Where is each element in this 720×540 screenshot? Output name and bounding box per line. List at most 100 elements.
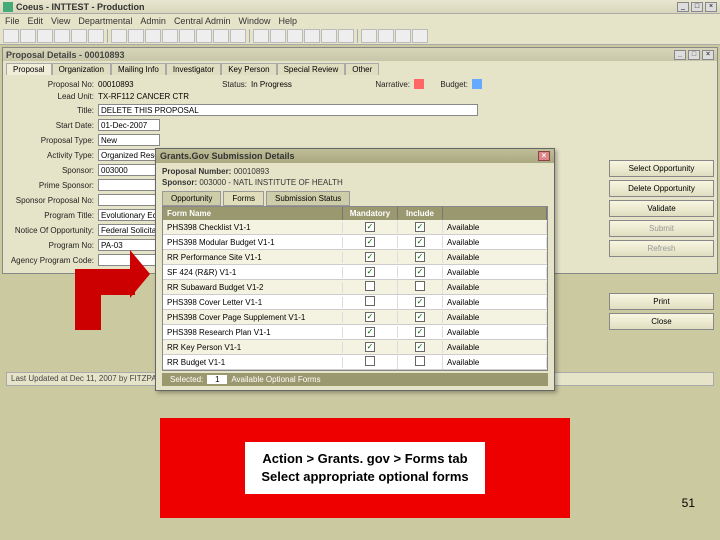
- grid-row[interactable]: RR Subaward Budget V1-2Available: [163, 280, 547, 295]
- grid-row[interactable]: PHS398 Checklist V1-1✓✓Available: [163, 220, 547, 235]
- print-button[interactable]: Print: [609, 293, 714, 310]
- toolbar-button[interactable]: [128, 29, 144, 43]
- toolbar-button[interactable]: [287, 29, 303, 43]
- agency-field[interactable]: [98, 254, 160, 266]
- toolbar-button[interactable]: [37, 29, 53, 43]
- menu-departmental[interactable]: Departmental: [78, 16, 132, 26]
- minimize-button[interactable]: _: [677, 2, 689, 12]
- menu-admin[interactable]: Admin: [140, 16, 166, 26]
- tab-organization[interactable]: Organization: [52, 63, 111, 75]
- grid-row[interactable]: RR Budget V1-1Available: [163, 355, 547, 370]
- menu-edit[interactable]: Edit: [28, 16, 44, 26]
- mandatory-checkbox[interactable]: [365, 281, 375, 291]
- toolbar-button[interactable]: [230, 29, 246, 43]
- include-checkbox[interactable]: [415, 281, 425, 291]
- menu-view[interactable]: View: [51, 16, 70, 26]
- close-button[interactable]: ×: [705, 2, 717, 12]
- mandatory-checkbox[interactable]: ✓: [365, 342, 375, 352]
- include-checkbox[interactable]: [415, 356, 425, 366]
- include-checkbox[interactable]: ✓: [415, 312, 425, 322]
- program-no-field[interactable]: [98, 239, 160, 251]
- close-dialog-button[interactable]: Close: [609, 313, 714, 330]
- sub-maximize-button[interactable]: □: [688, 50, 700, 60]
- notice-field[interactable]: [98, 224, 160, 236]
- sponsor-field[interactable]: [98, 164, 160, 176]
- prime-sponsor-field[interactable]: [98, 179, 160, 191]
- toolbar-button[interactable]: [54, 29, 70, 43]
- tab-forms[interactable]: Forms: [223, 191, 264, 206]
- toolbar-button[interactable]: [395, 29, 411, 43]
- toolbar-button[interactable]: [179, 29, 195, 43]
- toolbar-button[interactable]: [111, 29, 127, 43]
- mandatory-checkbox[interactable]: ✓: [365, 237, 375, 247]
- toolbar-button[interactable]: [304, 29, 320, 43]
- include-checkbox[interactable]: ✓: [415, 342, 425, 352]
- toolbar-button[interactable]: [20, 29, 36, 43]
- mandatory-checkbox[interactable]: ✓: [365, 267, 375, 277]
- menu-file[interactable]: File: [5, 16, 20, 26]
- toolbar-button[interactable]: [321, 29, 337, 43]
- tab-mailing[interactable]: Mailing Info: [111, 63, 166, 75]
- mandatory-checkbox[interactable]: ✓: [365, 252, 375, 262]
- tab-opportunity[interactable]: Opportunity: [162, 191, 221, 206]
- mandatory-checkbox[interactable]: ✓: [365, 327, 375, 337]
- include-checkbox[interactable]: ✓: [415, 327, 425, 337]
- toolbar-button[interactable]: [145, 29, 161, 43]
- grid-row[interactable]: PHS398 Modular Budget V1-1✓✓Available: [163, 235, 547, 250]
- tab-proposal[interactable]: Proposal: [6, 63, 52, 75]
- tab-specialreview[interactable]: Special Review: [277, 63, 346, 75]
- menu-window[interactable]: Window: [238, 16, 270, 26]
- mandatory-checkbox[interactable]: [365, 356, 375, 366]
- toolbar-button[interactable]: [270, 29, 286, 43]
- grid-row[interactable]: RR Key Person V1-1✓✓Available: [163, 340, 547, 355]
- grid-row[interactable]: RR Performance Site V1-1✓✓Available: [163, 250, 547, 265]
- toolbar-button[interactable]: [213, 29, 229, 43]
- mandatory-checkbox[interactable]: ✓: [365, 222, 375, 232]
- toolbar-button[interactable]: [162, 29, 178, 43]
- refresh-button[interactable]: Refresh: [609, 240, 714, 257]
- toolbar-button[interactable]: [88, 29, 104, 43]
- include-checkbox[interactable]: ✓: [415, 297, 425, 307]
- toolbar-button[interactable]: [196, 29, 212, 43]
- sub-minimize-button[interactable]: _: [674, 50, 686, 60]
- toolbar-button[interactable]: [361, 29, 377, 43]
- select-opportunity-button[interactable]: Select Opportunity: [609, 160, 714, 177]
- start-date-field[interactable]: [98, 119, 160, 131]
- toolbar-button[interactable]: [253, 29, 269, 43]
- include-checkbox[interactable]: ✓: [415, 252, 425, 262]
- sub-close-button[interactable]: ×: [702, 50, 714, 60]
- tab-submission-status[interactable]: Submission Status: [266, 191, 350, 206]
- sp-prop-field[interactable]: [98, 194, 160, 206]
- grid-row[interactable]: PHS398 Cover Page Supplement V1-1✓✓Avail…: [163, 310, 547, 325]
- grid-row[interactable]: PHS398 Research Plan V1-1✓✓Available: [163, 325, 547, 340]
- toolbar-button[interactable]: [338, 29, 354, 43]
- toolbar-button[interactable]: [378, 29, 394, 43]
- menu-help[interactable]: Help: [278, 16, 297, 26]
- delete-opportunity-button[interactable]: Delete Opportunity: [609, 180, 714, 197]
- maximize-button[interactable]: □: [691, 2, 703, 12]
- form-name: RR Performance Site V1-1: [163, 252, 343, 263]
- grid-row[interactable]: SF 424 (R&R) V1-1✓✓Available: [163, 265, 547, 280]
- mandatory-checkbox[interactable]: ✓: [365, 312, 375, 322]
- tab-keyperson[interactable]: Key Person: [221, 63, 276, 75]
- type-field[interactable]: [98, 134, 160, 146]
- submit-button[interactable]: Submit: [609, 220, 714, 237]
- include-checkbox[interactable]: ✓: [415, 237, 425, 247]
- tab-investigator[interactable]: Investigator: [166, 63, 221, 75]
- dialog-sponsor: 003000 - NATL INSTITUTE OF HEALTH: [199, 178, 342, 187]
- activity-field[interactable]: [98, 149, 160, 161]
- mandatory-checkbox[interactable]: [365, 296, 375, 306]
- toolbar-button[interactable]: [412, 29, 428, 43]
- validate-button[interactable]: Validate: [609, 200, 714, 217]
- include-checkbox[interactable]: ✓: [415, 267, 425, 277]
- include-checkbox[interactable]: ✓: [415, 222, 425, 232]
- toolbar-button[interactable]: [3, 29, 19, 43]
- program-title-field[interactable]: [98, 209, 160, 221]
- form-status: Available: [443, 297, 547, 308]
- toolbar-button[interactable]: [71, 29, 87, 43]
- menu-central-admin[interactable]: Central Admin: [174, 16, 231, 26]
- tab-other[interactable]: Other: [345, 63, 379, 75]
- grid-row[interactable]: PHS398 Cover Letter V1-1✓Available: [163, 295, 547, 310]
- title-field[interactable]: [98, 104, 478, 116]
- dialog-close-button[interactable]: ×: [538, 151, 550, 161]
